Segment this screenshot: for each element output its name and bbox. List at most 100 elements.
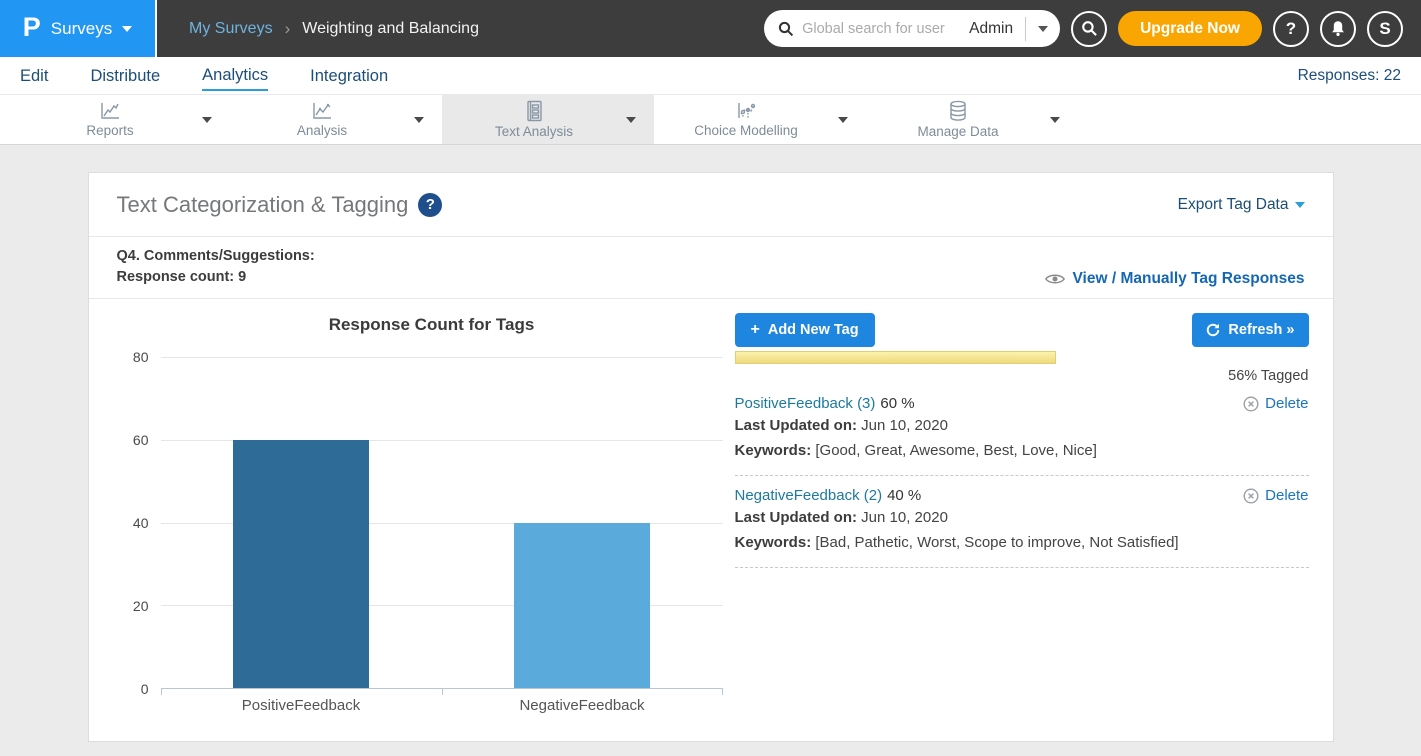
subnav-label: Analysis: [297, 123, 347, 138]
tab-analytics[interactable]: Analytics: [202, 60, 268, 91]
subnav-analysis[interactable]: Analysis: [230, 95, 442, 144]
analytics-toolbar: Reports Analysis: [0, 95, 1421, 145]
x-axis-label: NegativeFeedback: [442, 697, 723, 714]
search-divider: [1025, 17, 1026, 41]
tag-percent: 40 %: [887, 487, 921, 504]
tab-distribute[interactable]: Distribute: [90, 61, 160, 90]
page-body: Text Categorization & Tagging ? Export T…: [0, 145, 1421, 756]
x-axis-tick: [161, 688, 162, 695]
tag-name-link[interactable]: NegativeFeedback (2): [735, 487, 883, 504]
global-search-bar[interactable]: Admin: [764, 10, 1060, 47]
title-help-icon[interactable]: ?: [418, 193, 442, 217]
tab-integration[interactable]: Integration: [310, 61, 388, 90]
upgrade-now-button[interactable]: Upgrade Now: [1118, 11, 1262, 46]
bar-PositiveFeedback[interactable]: [233, 440, 369, 688]
tag-entry-positive-feedback: PositiveFeedback (3) 60 % Delete Last Up…: [735, 384, 1309, 476]
add-new-tag-label: Add New Tag: [768, 322, 859, 338]
circle-x-icon: [1243, 396, 1259, 412]
last-updated-value: Jun 10, 2020: [857, 417, 948, 434]
subnav-choice-modelling[interactable]: Choice Modelling: [654, 95, 866, 144]
last-updated-value: Jun 10, 2020: [857, 509, 948, 526]
subnav-label: Reports: [86, 123, 133, 138]
chevron-down-icon[interactable]: [202, 117, 212, 123]
tab-edit[interactable]: Edit: [20, 61, 48, 90]
search-scope-caret-icon[interactable]: [1038, 26, 1048, 32]
question-response-count: Response count: 9: [117, 267, 315, 288]
breadcrumb-my-surveys[interactable]: My Surveys: [189, 20, 273, 38]
question-label: Q4. Comments/Suggestions:: [117, 246, 315, 267]
y-axis-tick-label: 20: [133, 598, 149, 614]
responses-count: Responses: 22: [1298, 67, 1401, 85]
tag-name-link[interactable]: PositiveFeedback (3): [735, 395, 876, 412]
card-content: Response Count for Tags 806040200 Positi…: [89, 299, 1333, 714]
refresh-button[interactable]: Refresh »: [1192, 313, 1308, 347]
notifications-button[interactable]: [1320, 11, 1356, 47]
subnav-reports[interactable]: Reports: [18, 95, 230, 144]
subnav-label: Choice Modelling: [694, 123, 798, 138]
question-row: Q4. Comments/Suggestions: Response count…: [89, 237, 1333, 299]
breadcrumb-current-survey: Weighting and Balancing: [302, 20, 479, 38]
breadcrumb-separator-icon: ›: [285, 19, 291, 39]
circle-x-icon: [1243, 488, 1259, 504]
export-tag-data-menu[interactable]: Export Tag Data: [1178, 196, 1305, 214]
product-label: Surveys: [51, 19, 112, 39]
tagged-percent-label: 56% Tagged: [1228, 368, 1308, 384]
text-tagging-card: Text Categorization & Tagging ? Export T…: [88, 172, 1334, 742]
search-scope-select[interactable]: Admin: [969, 20, 1013, 38]
view-manually-tag-link[interactable]: View / Manually Tag Responses: [1045, 270, 1304, 288]
chart-title: Response Count for Tags: [111, 315, 723, 335]
y-axis-tick-label: 0: [141, 681, 149, 697]
last-updated-label: Last Updated on:: [735, 509, 858, 526]
bar-NegativeFeedback[interactable]: [514, 523, 650, 689]
export-tag-data-label: Export Tag Data: [1178, 196, 1289, 214]
plus-icon: +: [751, 322, 760, 338]
subnav-label: Text Analysis: [495, 124, 573, 139]
subnav-manage-data[interactable]: Manage Data: [866, 95, 1078, 144]
text-analysis-document-icon: [524, 100, 544, 122]
search-button[interactable]: [1071, 11, 1107, 47]
y-axis-tick-label: 80: [133, 349, 149, 365]
chevron-down-icon: [122, 26, 132, 32]
page-title: Text Categorization & Tagging: [117, 192, 409, 218]
subnav-text-analysis[interactable]: Text Analysis: [442, 95, 654, 144]
view-manually-tag-label: View / Manually Tag Responses: [1072, 270, 1304, 288]
chevron-down-icon[interactable]: [838, 117, 848, 123]
refresh-label: Refresh »: [1228, 322, 1294, 338]
last-updated-label: Last Updated on:: [735, 417, 858, 434]
tagged-progress-bar: [735, 351, 1309, 364]
keywords-value: [Bad, Pathetic, Worst, Scope to improve,…: [811, 534, 1178, 551]
chevron-down-icon: [1295, 202, 1305, 208]
analysis-chart-icon: [310, 101, 334, 121]
product-switcher[interactable]: P Surveys: [0, 0, 157, 57]
top-header: P Surveys My Surveys › Weighting and Bal…: [0, 0, 1421, 57]
global-search-input[interactable]: [802, 21, 961, 37]
avatar-initial: S: [1379, 19, 1390, 39]
reports-chart-icon: [98, 101, 122, 121]
x-axis-tick: [722, 688, 723, 695]
x-axis-tick: [442, 688, 443, 695]
tagged-progress-label-wrap: 56% Tagged: [735, 368, 1309, 384]
chart-y-axis: 806040200: [111, 357, 161, 689]
add-new-tag-button[interactable]: + Add New Tag: [735, 313, 875, 347]
chevron-down-icon[interactable]: [626, 117, 636, 123]
chevron-down-icon[interactable]: [1050, 117, 1060, 123]
subnav-label: Manage Data: [917, 124, 998, 139]
y-axis-tick-label: 60: [133, 432, 149, 448]
tagged-progress-fill: [735, 351, 1056, 364]
refresh-icon: [1206, 323, 1220, 337]
delete-label: Delete: [1265, 395, 1308, 412]
bell-icon: [1330, 20, 1346, 37]
delete-label: Delete: [1265, 487, 1308, 504]
database-icon: [947, 100, 969, 122]
user-avatar[interactable]: S: [1367, 11, 1403, 47]
eye-icon: [1045, 272, 1065, 286]
help-button[interactable]: ?: [1273, 11, 1309, 47]
keywords-value: [Good, Great, Awesome, Best, Love, Nice]: [811, 442, 1097, 459]
search-icon: [778, 21, 794, 37]
chart-plot-area: 806040200: [111, 357, 723, 689]
tag-panel: + Add New Tag Refresh » 56% T: [735, 299, 1309, 714]
delete-tag-button[interactable]: Delete: [1243, 487, 1308, 504]
tag-percent: 60 %: [880, 395, 914, 412]
delete-tag-button[interactable]: Delete: [1243, 395, 1308, 412]
chevron-down-icon[interactable]: [414, 117, 424, 123]
